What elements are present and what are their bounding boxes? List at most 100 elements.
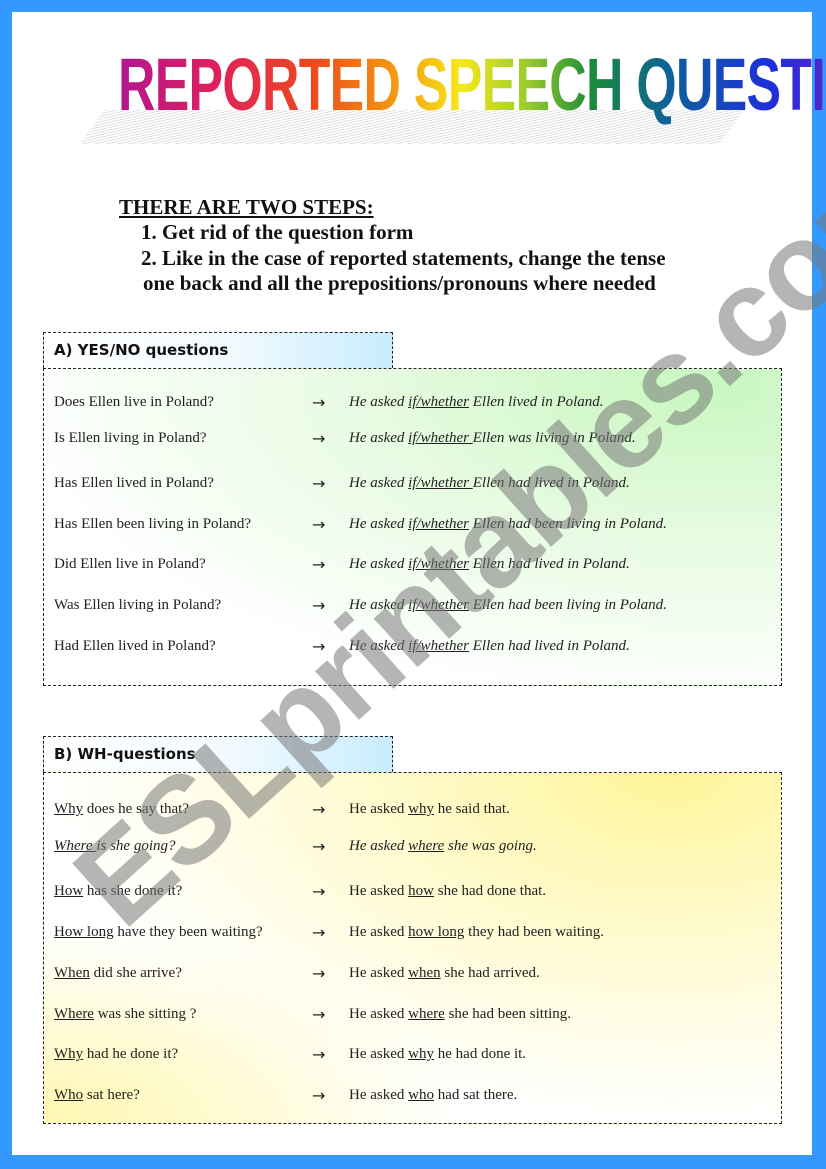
answer-prefix: He asked (349, 1046, 409, 1062)
answer-keyword: if/whether (408, 638, 469, 654)
arrow-icon: → (312, 515, 326, 534)
arrow-icon: → (312, 637, 326, 656)
question-rest: has she done it? (83, 883, 183, 899)
answer-rest: he said that. (434, 801, 510, 817)
question-rest: does he say that? (83, 801, 189, 817)
section-title-tab: A) YES/NO questions (43, 332, 393, 368)
answer-rest: Ellen had been living in Poland. (468, 516, 667, 532)
answer-prefix: He asked (349, 475, 409, 491)
answer-prefix: He asked (349, 516, 409, 532)
title-banner: REPORTED SPEECH QUESTIONS (80, 40, 826, 144)
example-row: Does Ellen live in Poland? → He asked if… (54, 393, 771, 416)
reported-answer: He asked if/whether Ellen had lived in P… (349, 638, 630, 655)
answer-rest: she had arrived. (440, 965, 540, 981)
answer-keyword: who (408, 1087, 434, 1103)
example-row: Is Ellen living in Poland? → He asked if… (54, 429, 771, 452)
answer-prefix: He asked (349, 638, 409, 654)
question: How long have they been waiting? (54, 924, 263, 941)
reported-answer: He asked why he had done it. (349, 1046, 526, 1063)
reported-answer: He asked when she had arrived. (349, 965, 540, 982)
answer-rest: she had been sitting. (444, 1006, 572, 1022)
answer-rest: she was going. (444, 838, 537, 854)
question-keyword: Where (54, 838, 97, 854)
step-2-continued: one back and all the prepositions/pronou… (143, 271, 656, 295)
question-keyword: Why (54, 1046, 84, 1062)
question: Is Ellen living in Poland? (54, 430, 207, 446)
answer-rest: Ellen lived in Poland. (468, 394, 604, 410)
answer-keyword: when (408, 965, 441, 981)
question-rest: have they been waiting? (113, 924, 263, 940)
answer-keyword: where (408, 1006, 445, 1022)
reported-answer: He asked how she had done that. (349, 883, 546, 900)
answer-keyword: if/whether (408, 475, 473, 491)
answer-keyword: if/whether (408, 556, 469, 572)
page-title: REPORTED SPEECH QUESTIONS (118, 40, 826, 130)
answer-keyword: if/whether (408, 597, 469, 613)
answer-prefix: He asked (349, 965, 409, 981)
example-row: When did she arrive? → He asked when she… (54, 964, 771, 987)
answer-prefix: He asked (349, 597, 409, 613)
answer-prefix: He asked (349, 556, 409, 572)
arrow-icon: → (312, 429, 326, 448)
question-rest: did she arrive? (89, 965, 182, 981)
question-keyword: How (54, 883, 84, 899)
step-2: 2. Like in the case of reported statemen… (141, 245, 666, 270)
question-rest: sat here? (83, 1087, 140, 1103)
answer-rest: had sat there. (434, 1087, 518, 1103)
question: Has Ellen been living in Poland? (54, 516, 252, 532)
answer-keyword: how (408, 883, 434, 899)
answer-prefix: He asked (349, 394, 409, 410)
answer-rest: he had done it. (434, 1046, 527, 1062)
reported-answer: He asked who had sat there. (349, 1087, 517, 1104)
example-row: Was Ellen living in Poland? → He asked i… (54, 596, 771, 619)
answer-prefix: He asked (349, 430, 409, 446)
reported-answer: He asked where she had been sitting. (349, 1006, 571, 1023)
question-keyword: Where (54, 1006, 94, 1022)
answer-keyword: why (408, 801, 434, 817)
arrow-icon: → (312, 882, 326, 901)
example-row: Why does he say that? → He asked why he … (54, 800, 771, 823)
question: Has Ellen lived in Poland? (54, 475, 214, 491)
reported-answer: He asked where she was going. (349, 838, 537, 855)
question-keyword: When (54, 965, 90, 981)
example-row: Has Ellen been living in Poland? → He as… (54, 515, 771, 538)
example-row: Has Ellen lived in Poland? → He asked if… (54, 474, 771, 497)
section-body: Why does he say that? → He asked why he … (43, 772, 782, 1124)
answer-rest: Ellen had lived in Poland. (468, 638, 630, 654)
arrow-icon: → (312, 555, 326, 574)
step-1: 1. Get rid of the question form (141, 220, 414, 244)
arrow-icon: → (312, 1005, 326, 1024)
arrow-icon: → (312, 393, 326, 412)
arrow-icon: → (312, 800, 326, 819)
answer-rest: Ellen had been living in Poland. (468, 597, 667, 613)
example-row: Where is she going? → He asked where she… (54, 837, 771, 860)
arrow-icon: → (312, 837, 326, 856)
steps-heading: THERE ARE TWO STEPS: (119, 195, 374, 219)
arrow-icon: → (312, 964, 326, 983)
section-body: Does Ellen live in Poland? → He asked if… (43, 368, 782, 686)
question: How has she done it? (54, 883, 182, 900)
answer-keyword: if/whether (408, 516, 469, 532)
question-keyword: Who (54, 1087, 84, 1103)
question-rest: was she sitting ? (93, 1006, 197, 1022)
answer-rest: Ellen had lived in Poland. (472, 475, 630, 491)
answer-rest: they had been waiting. (464, 924, 604, 940)
question: Was Ellen living in Poland? (54, 597, 222, 613)
question-rest: is she going? (96, 838, 176, 854)
answer-rest: Ellen was living in Poland. (472, 430, 636, 446)
reported-answer: He asked if/whether Ellen had been livin… (349, 516, 667, 533)
example-row: Did Ellen live in Poland? → He asked if/… (54, 555, 771, 578)
answer-keyword: why (408, 1046, 434, 1062)
answer-prefix: He asked (349, 924, 409, 940)
question: Did Ellen live in Poland? (54, 556, 206, 572)
question: Where was she sitting ? (54, 1006, 196, 1023)
steps-block: THERE ARE TWO STEPS: 1. Get rid of the q… (119, 194, 666, 297)
example-row: Why had he done it? → He asked why he ha… (54, 1045, 771, 1068)
example-row: How long have they been waiting? → He as… (54, 923, 771, 946)
reported-answer: He asked if/whether Ellen had lived in P… (349, 475, 630, 492)
arrow-icon: → (312, 596, 326, 615)
arrow-icon: → (312, 1045, 326, 1064)
answer-rest: Ellen had lived in Poland. (468, 556, 630, 572)
example-row: Where was she sitting ? → He asked where… (54, 1005, 771, 1028)
question: Why had he done it? (54, 1046, 178, 1063)
